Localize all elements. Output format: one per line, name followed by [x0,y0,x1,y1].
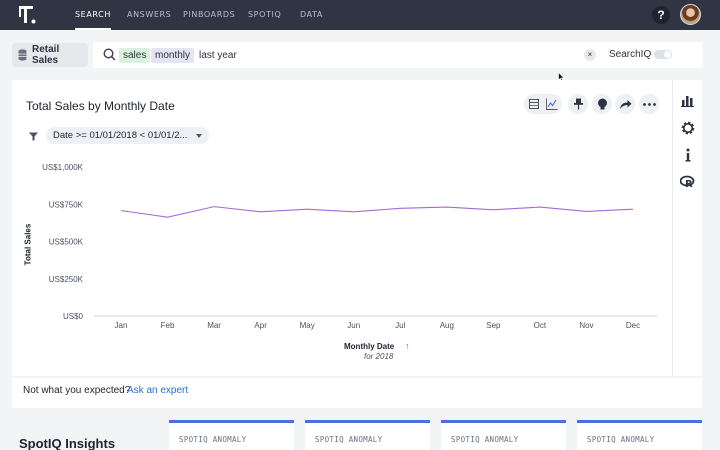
table-icon[interactable] [529,99,539,109]
insight-card-label: SPOTIQ ANOMALY [315,435,383,444]
insight-card[interactable]: SPOTIQ ANOMALY [305,420,430,450]
x-tick-label: Nov [579,321,593,330]
data-point [166,216,169,219]
insight-card-label: SPOTIQ ANOMALY [587,435,655,444]
y-tick-label: US$250K [49,275,84,284]
tab-answers[interactable]: ANSWERS [127,0,171,30]
spotiq-insights-title: SpotIQ Insights [19,436,116,450]
thoughtspot-logo[interactable] [18,5,38,25]
avatar[interactable] [680,4,701,25]
sort-arrow-icon[interactable]: ↑ [405,341,410,351]
data-point [492,208,495,211]
y-tick-label: US$0 [63,312,84,321]
y-axis-title: Total Sales [23,223,33,266]
data-point [259,210,262,213]
y-tick-label: US$500K [49,238,84,247]
x-tick-label: Jan [115,321,128,330]
data-point [445,206,448,209]
line-chart: US$0 US$250K US$500K US$750K US$1,000K Jan Feb… [42,163,657,330]
insight-card[interactable]: SPOTIQ ANOMALY [441,420,566,450]
x-tick-label: Jul [395,321,405,330]
lightbulb-icon [597,98,607,109]
x-tick-label: Apr [254,321,267,330]
x-tick-label: May [300,321,315,330]
info-icon[interactable] [680,147,696,163]
data-source-chip[interactable]: Retail Sales [12,43,88,67]
x-axis-subtitle: for 2018 [364,352,394,361]
x-tick-label: Feb [161,321,175,330]
x-axis-title: Monthly Date [344,342,395,351]
data-point [538,206,541,209]
search-icon [103,48,116,61]
answer-card: Total Sales by Monthly Date Date >= 01/0… [12,80,672,376]
tab-data[interactable]: DATA [300,0,323,30]
bar-chart-icon[interactable] [680,92,696,108]
y-tick-label: US$750K [49,200,84,209]
insight-card[interactable]: SPOTIQ ANOMALY [577,420,702,450]
insight-card-label: SPOTIQ ANOMALY [451,435,519,444]
date-filter-chip[interactable]: Date >= 01/01/2018 < 01/01/2... [46,127,210,144]
svg-text:R: R [685,179,693,190]
x-tick-label: Jun [347,321,360,330]
search-bar[interactable]: sales monthly last year × SearchIQ [93,42,703,68]
viz-toggle[interactable] [524,94,562,114]
feedback-question: Not what you expected? [23,385,131,396]
x-tick-label: Sep [486,321,501,330]
database-icon [18,49,27,61]
feedback-row: Not what you expected? Ask an expert [12,378,702,408]
y-tick-label: US$1,000K [42,163,84,172]
data-point [306,208,309,211]
search-token-monthly[interactable]: monthly [151,48,195,63]
share-icon [619,99,631,109]
insight-card[interactable]: SPOTIQ ANOMALY [169,420,294,450]
data-point [399,207,402,210]
data-source-label: Retail Sales [31,44,60,66]
data-point [632,208,635,211]
x-tick-label: Aug [440,321,454,330]
chevron-down-icon [196,134,203,138]
right-rail: R [672,80,702,376]
pin-button[interactable] [568,94,588,114]
filter-icon [29,132,38,141]
chart-title: Total Sales by Monthly Date [26,99,175,113]
searchiq-label: SearchIQ [609,49,652,60]
date-filter-label: Date >= 01/01/2018 < 01/01/2... [53,130,188,141]
more-icon [642,102,656,106]
data-point [213,205,216,208]
insight-card-label: SPOTIQ ANOMALY [179,435,247,444]
gear-icon[interactable] [680,120,696,136]
tab-search[interactable]: SEARCH [75,0,111,30]
more-button[interactable] [639,94,659,114]
x-tick-label: Mar [207,321,221,330]
spotiq-analyze-button[interactable] [592,94,612,114]
ask-expert-link[interactable]: Ask an expert [127,385,188,396]
tab-pinboards[interactable]: PINBOARDS [183,0,235,30]
series-line [120,206,634,218]
share-button[interactable] [615,94,635,114]
tab-spotiq[interactable]: SPOTIQ [248,0,281,30]
x-tick-label: Oct [534,321,547,330]
data-point [120,209,123,212]
pin-icon [573,98,583,110]
searchiq-toggle[interactable] [654,50,672,59]
search-token-sales[interactable]: sales [119,48,151,63]
line-chart-icon[interactable] [546,98,558,110]
clear-search-button[interactable]: × [584,49,596,61]
r-language-icon[interactable]: R [680,174,696,190]
help-button[interactable]: ? [652,6,670,24]
data-point [352,210,355,213]
x-tick-label: Dec [626,321,640,330]
data-point [585,210,588,213]
top-nav: SEARCH ANSWERS PINBOARDS SPOTIQ DATA ? [0,0,720,30]
search-token-last-year[interactable]: last year [195,48,241,63]
